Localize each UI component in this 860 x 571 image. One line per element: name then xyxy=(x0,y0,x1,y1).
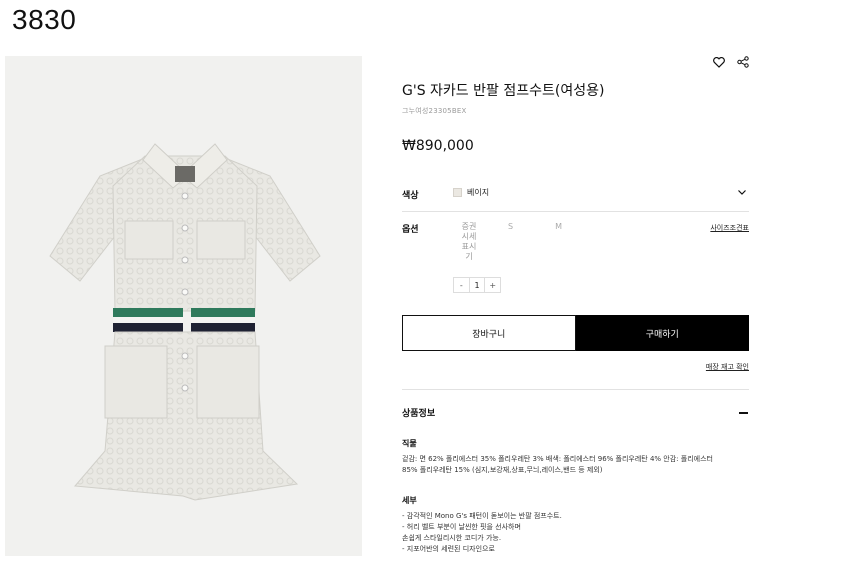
quantity-decrease-button[interactable]: - xyxy=(454,278,469,292)
size-option[interactable]: 증권시세표시기 xyxy=(458,222,480,262)
material-line: 겉감: 면 62% 폴리에스터 35% 폴리우레탄 3% 배색: 폴리에스터 9… xyxy=(402,455,713,463)
product-price: ₩890,000 xyxy=(402,138,474,154)
color-row: 색상 베이지 xyxy=(402,172,749,212)
heart-icon[interactable] xyxy=(712,54,726,70)
detail-title: 세부 xyxy=(402,496,417,505)
detail-line: 손쉽게 스타일리시한 코디가 가능. xyxy=(402,534,502,542)
color-label: 색상 xyxy=(402,191,419,201)
product-title: G'S 자카드 반팔 점프수트(여성용) xyxy=(402,83,605,99)
color-swatch xyxy=(453,188,462,197)
product-info: G'S 자카드 반팔 점프수트(여성용) 그누여성23305BEX ₩890,0… xyxy=(402,80,749,154)
detail-line: - 지포어반의 세련된 디자인으로 xyxy=(402,545,495,553)
buy-now-button[interactable]: 구매하기 xyxy=(575,315,749,351)
quantity-increase-button[interactable]: + xyxy=(485,278,500,292)
chevron-down-icon[interactable] xyxy=(737,187,747,197)
color-select[interactable]: 베이지 xyxy=(453,187,489,198)
store-stock-link[interactable]: 매장 재고 확인 xyxy=(706,362,749,372)
purchase-buttons: 장바구니 구매하기 xyxy=(402,315,749,351)
product-actions xyxy=(712,54,750,70)
quantity-value[interactable]: 1 xyxy=(468,278,486,292)
section-title: 상품정보 xyxy=(402,409,436,419)
size-option[interactable]: S xyxy=(508,222,513,262)
share-icon[interactable] xyxy=(736,54,750,70)
section-divider xyxy=(402,389,749,390)
product-image xyxy=(5,56,362,556)
detail-line: - 허리 벨트 부분이 날씬한 핏을 선사하며 xyxy=(402,523,521,531)
corner-id: 3830 xyxy=(12,4,77,35)
quantity-stepper: - 1 + xyxy=(453,277,501,293)
material-title: 직물 xyxy=(402,439,417,448)
detail-line: - 감각적인 Mono G's 패턴이 돋보이는 반팔 점프수트. xyxy=(402,512,562,520)
size-option[interactable]: M xyxy=(555,222,562,262)
product-sku: 그누여성23305BEX xyxy=(402,107,467,115)
size-guide-link[interactable]: 사이즈조견표 xyxy=(710,223,749,233)
size-options: 증권시세표시기 S M xyxy=(458,222,562,262)
color-selected-label: 베이지 xyxy=(467,188,490,197)
add-to-cart-button[interactable]: 장바구니 xyxy=(402,315,576,351)
material-text: 겉감: 면 62% 폴리에스터 35% 폴리우레탄 3% 배색: 폴리에스터 9… xyxy=(402,454,747,476)
detail-text: - 감각적인 Mono G's 패턴이 돋보이는 반팔 점프수트. - 허리 벨… xyxy=(402,511,747,555)
material-line: 85% 폴리우레탄 15% (심지,보강재,상표,무늬,레이스,밴드 등 제외) xyxy=(402,466,603,474)
minus-icon xyxy=(739,412,748,414)
option-label: 옵션 xyxy=(402,225,419,235)
product-info-toggle[interactable]: 상품정보 xyxy=(402,406,749,420)
